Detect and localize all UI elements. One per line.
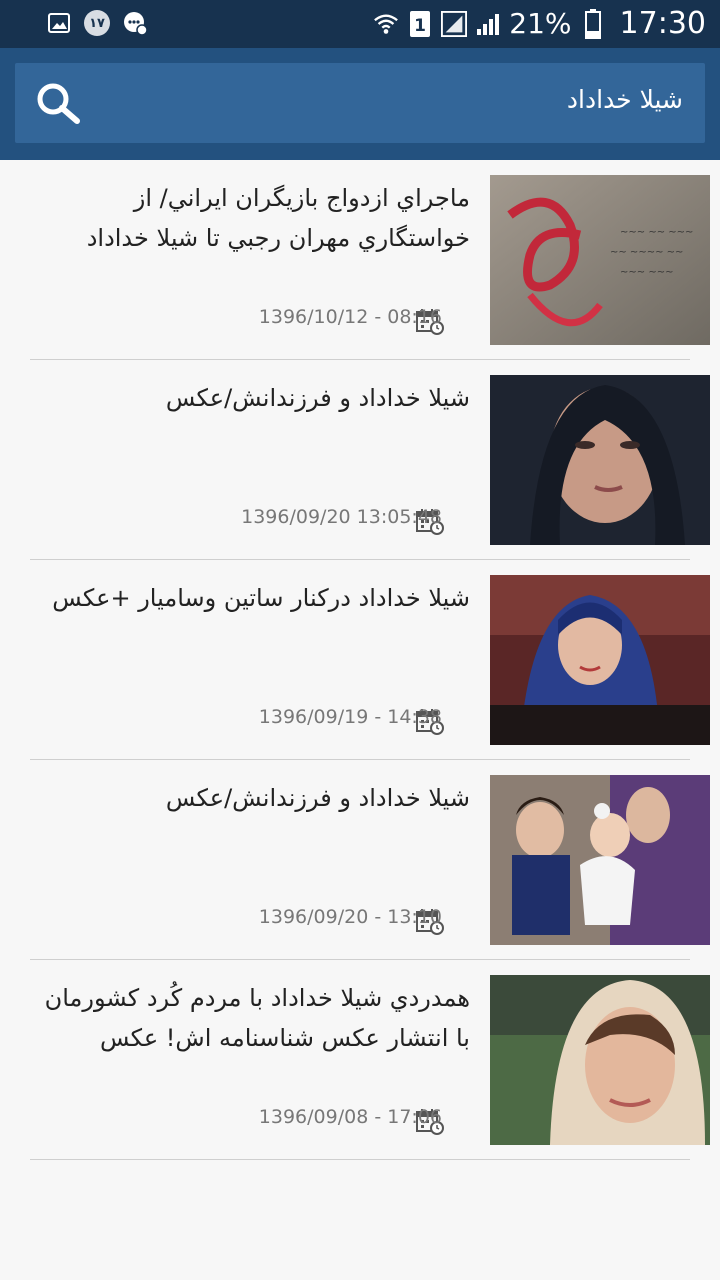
svg-text:~~~ ~~ ~~~: ~~~ ~~ ~~~ <box>620 227 693 238</box>
item-title[interactable]: شيلا خداداد درکنار ساتين وساميار +عکس <box>30 578 470 618</box>
thumbnail-image[interactable] <box>490 775 710 945</box>
thumbnail-image[interactable] <box>490 575 710 745</box>
item-date: 1396/09/20 13:05:48 <box>241 506 442 528</box>
list-item[interactable]: همدردي شيلا خداداد با مردم کُرد کشورمان … <box>0 960 720 1160</box>
battery-icon <box>580 8 606 39</box>
messenger-notification-icon <box>122 10 148 36</box>
list-item[interactable]: شيلا خداداد و فرزندانش/عکس 1396/09/20 13… <box>0 360 720 560</box>
list-item[interactable]: شيلا خداداد و فرزندانش/عکس 1396/09/20 - … <box>0 760 720 960</box>
item-date: 1396/10/12 - 08:16 <box>258 306 442 328</box>
thumbnail-image[interactable]: ~~~ ~~ ~~~ ~~ ~~~~ ~~ ~~~ ~~~ <box>490 175 710 345</box>
item-title[interactable]: شيلا خداداد و فرزندانش/عکس <box>30 778 470 818</box>
clock: 17:30 <box>619 6 706 41</box>
sim-slot-icon: 1 <box>407 10 433 37</box>
status-notifications: ۱۷ <box>46 10 148 36</box>
battery-percent: 21% <box>509 7 572 40</box>
list-item[interactable]: شيلا خداداد درکنار ساتين وساميار +عکس 13… <box>0 560 720 760</box>
item-title[interactable]: ماجراي ازدواج بازيگران ايراني/ از خواستگ… <box>30 178 470 258</box>
status-system: 1 21% 17:30 <box>373 6 706 41</box>
notification-count-badge: ۱۷ <box>84 10 110 36</box>
svg-text:~~ ~~~~ ~~: ~~ ~~~~ ~~ <box>610 247 683 258</box>
thumbnail-image[interactable] <box>490 975 710 1145</box>
gallery-notification-icon <box>46 10 72 36</box>
search-bar[interactable]: شيلا خداداد <box>15 63 705 143</box>
item-date: 1396/09/19 - 14:38 <box>258 706 442 728</box>
search-query-text[interactable]: شيلا خداداد <box>567 85 683 114</box>
item-date: 1396/09/20 - 13:10 <box>258 906 442 928</box>
signal-box-icon <box>441 10 468 37</box>
sim-slot-number: 1 <box>414 16 426 36</box>
status-bar: ۱۷ 1 21% 17:30 <box>0 0 720 48</box>
app-bar: شيلا خداداد <box>0 48 720 160</box>
item-title[interactable]: شيلا خداداد و فرزندانش/عکس <box>30 378 470 418</box>
divider <box>30 1159 690 1160</box>
item-date: 1396/09/08 - 17:06 <box>258 1106 442 1128</box>
list-item[interactable]: ~~~ ~~ ~~~ ~~ ~~~~ ~~ ~~~ ~~~ ماجراي ازد… <box>0 160 720 360</box>
thumbnail-image[interactable] <box>490 375 710 545</box>
wifi-icon <box>373 11 399 37</box>
results-list: ~~~ ~~ ~~~ ~~ ~~~~ ~~ ~~~ ~~~ ماجراي ازد… <box>0 160 720 1160</box>
item-title[interactable]: همدردي شيلا خداداد با مردم کُرد کشورمان … <box>30 978 470 1058</box>
svg-text:~~~ ~~~: ~~~ ~~~ <box>620 267 673 278</box>
search-icon[interactable] <box>35 81 81 127</box>
cell-signal-icon <box>475 11 501 37</box>
